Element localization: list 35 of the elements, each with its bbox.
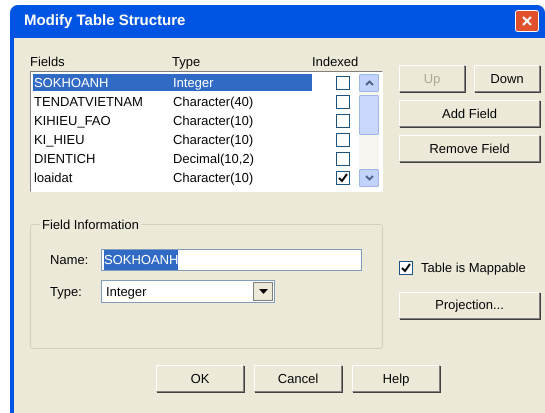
field-label: Type: xyxy=(50,282,83,301)
indexed-checkbox[interactable] xyxy=(336,132,350,146)
indexed-checkbox[interactable] xyxy=(336,76,350,90)
list-row[interactable]: SOKHOANH Integer xyxy=(33,74,312,91)
list-row[interactable]: KIHIEU_FAO Character(10) xyxy=(33,112,312,129)
indexed-checkbox[interactable] xyxy=(336,170,350,184)
scroll-thumb[interactable] xyxy=(359,95,379,135)
checkbox-label: Table is Mappable xyxy=(421,259,526,277)
dialog-button[interactable]: OK xyxy=(156,365,244,392)
indexed-checkbox[interactable] xyxy=(336,94,350,108)
column-header: Fields xyxy=(30,53,66,71)
mappable-checkbox[interactable] xyxy=(399,260,413,275)
list-row[interactable]: TENDATVIETNAM Character(40) xyxy=(33,93,312,110)
indexed-checkbox[interactable] xyxy=(336,152,350,166)
field-label: Name: xyxy=(50,251,90,270)
name-field[interactable]: SOKHOANH xyxy=(101,249,362,271)
window-title: Modify Table Structure xyxy=(24,11,186,32)
close-icon[interactable] xyxy=(515,10,539,32)
column-header: Type xyxy=(172,53,202,71)
fields-list[interactable]: SOKHOANH Integer TENDATVIETNAM Character(40) KIHIEU_FAO Character(10) KI_HIEU Character(10) DIENTICH Decimal(10,2) loaidat Character(10) xyxy=(30,71,383,192)
projection-button[interactable]: Projection... xyxy=(399,292,540,318)
scroll-down-icon[interactable] xyxy=(359,169,379,187)
scrollbar[interactable] xyxy=(359,74,379,187)
list-row[interactable]: loaidat Character(10) xyxy=(33,169,312,186)
indexed-checkbox[interactable] xyxy=(336,114,350,128)
side-button[interactable]: Remove Field xyxy=(399,135,540,162)
side-button[interactable]: Down xyxy=(474,65,540,92)
list-row[interactable]: KI_HIEU Character(10) xyxy=(33,131,312,148)
list-row[interactable]: DIENTICH Decimal(10,2) xyxy=(33,150,312,167)
dialog-button[interactable]: Cancel xyxy=(254,365,342,392)
column-header: Indexed xyxy=(312,53,358,71)
scroll-up-icon[interactable] xyxy=(359,74,379,92)
type-dropdown[interactable]: Integer xyxy=(101,280,275,303)
side-button[interactable]: Add Field xyxy=(399,100,540,127)
dialog-button[interactable]: Help xyxy=(352,365,440,392)
